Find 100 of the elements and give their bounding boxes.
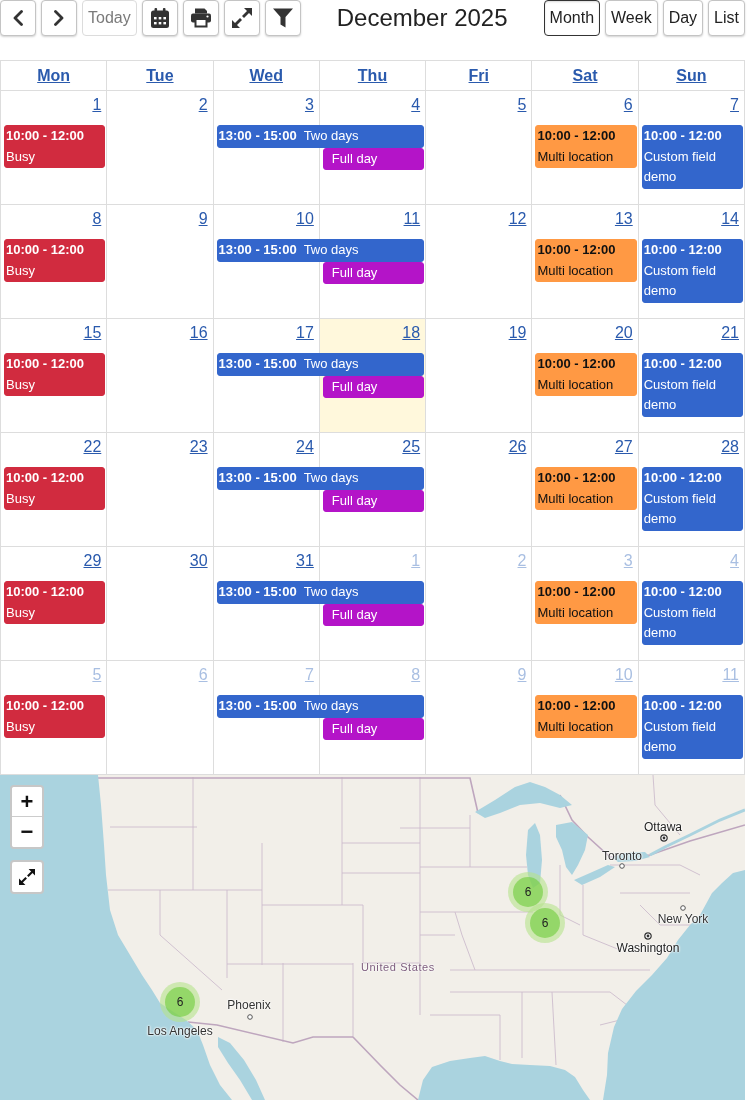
- calendar-event[interactable]: 10:00 - 12:00 Custom field demo: [641, 125, 743, 189]
- day-number[interactable]: 5: [517, 95, 527, 115]
- calendar-event[interactable]: 13:00 - 15:00 Two days: [216, 239, 425, 262]
- calendar-event[interactable]: 10:00 - 12:00 Busy: [4, 239, 106, 282]
- filter-button[interactable]: [264, 0, 301, 36]
- day-number[interactable]: 20: [614, 323, 633, 343]
- day-number[interactable]: 28: [721, 437, 739, 457]
- event-title: Full day: [331, 263, 378, 282]
- calendar-event[interactable]: 13:00 - 15:00 Two days: [216, 467, 425, 490]
- day-number[interactable]: 3: [304, 95, 314, 115]
- event-time: 13:00 - 15:00: [218, 583, 297, 601]
- day-number[interactable]: 23: [189, 437, 208, 457]
- calendar-event[interactable]: 13:00 - 15:00 Two days: [216, 581, 425, 604]
- event-time: 13:00 - 15:00: [218, 241, 297, 259]
- day-number[interactable]: 11: [403, 209, 421, 229]
- calendar-event[interactable]: 10:00 - 12:00 Busy: [4, 467, 106, 510]
- calendar-event[interactable]: 10:00 - 12:00 Multi location: [535, 239, 637, 282]
- event-title: Busy: [6, 147, 35, 166]
- event-title: Full day: [331, 377, 378, 396]
- fullscreen-toggle-button[interactable]: [223, 0, 260, 36]
- calendar-event[interactable]: 13:00 - 15:00 Two days: [216, 695, 425, 718]
- event-time: 10:00 - 12:00: [6, 127, 85, 145]
- event-title: Busy: [6, 375, 35, 394]
- day-number[interactable]: 8: [92, 209, 102, 229]
- calendar-event[interactable]: 10:00 - 12:00 Busy: [4, 695, 106, 738]
- marker-cluster[interactable]: 6: [508, 872, 548, 912]
- calendar-event[interactable]: Full day: [322, 147, 425, 170]
- event-title: Custom field demo: [643, 489, 717, 528]
- date-picker-button[interactable]: [141, 0, 178, 36]
- calendar-event[interactable]: 10:00 - 12:00 Custom field demo: [641, 467, 743, 531]
- day-number[interactable]: 22: [83, 437, 102, 457]
- calendar-event[interactable]: 10:00 - 12:00 Busy: [4, 125, 106, 168]
- next-button[interactable]: [41, 0, 77, 36]
- day-number[interactable]: 6: [623, 95, 633, 115]
- event-title: Two days: [303, 127, 359, 145]
- calendar-event[interactable]: 10:00 - 12:00 Custom field demo: [641, 353, 743, 417]
- day-number[interactable]: 4: [411, 95, 421, 115]
- day-number[interactable]: 21: [721, 323, 739, 343]
- calendar-event[interactable]: 10:00 - 12:00 Custom field demo: [641, 695, 743, 759]
- calendar-event[interactable]: Full day: [322, 489, 425, 512]
- day-number[interactable]: 24: [296, 437, 314, 457]
- calendar-event[interactable]: 10:00 - 12:00 Multi location: [535, 467, 637, 510]
- calendar-event[interactable]: 13:00 - 15:00 Two days: [216, 353, 425, 376]
- day-number[interactable]: 16: [189, 323, 208, 343]
- event-title: Custom field demo: [643, 147, 717, 186]
- event-time: 10:00 - 12:00: [6, 583, 85, 601]
- day-number[interactable]: 1: [92, 95, 102, 115]
- weekday-link[interactable]: Tue: [146, 65, 174, 86]
- weekday-link[interactable]: Fri: [468, 65, 489, 86]
- marker-cluster[interactable]: 6: [525, 903, 565, 943]
- day-number[interactable]: 26: [508, 437, 527, 457]
- fullscreen-button[interactable]: [10, 860, 44, 894]
- day-number[interactable]: 31: [296, 551, 314, 571]
- view-button[interactable]: List: [708, 0, 745, 36]
- map-label: New York: [657, 912, 709, 926]
- previous-button[interactable]: [0, 0, 36, 36]
- day-number[interactable]: 2: [198, 95, 208, 115]
- expand-icon: [19, 869, 35, 885]
- print-button[interactable]: [182, 0, 219, 36]
- day-number[interactable]: 7: [730, 95, 739, 115]
- day-number[interactable]: 9: [198, 209, 208, 229]
- day-number[interactable]: 13: [614, 209, 633, 229]
- marker-cluster[interactable]: 6: [160, 982, 200, 1022]
- weekday-link[interactable]: Wed: [249, 65, 283, 86]
- day-number[interactable]: 30: [189, 551, 208, 571]
- weekday-link[interactable]: Thu: [357, 65, 388, 86]
- event-time: 10:00 - 12:00: [6, 697, 85, 715]
- weekday-link[interactable]: Sun: [676, 65, 707, 86]
- calendar-event[interactable]: Full day: [322, 603, 425, 626]
- calendar-event[interactable]: 10:00 - 12:00 Busy: [4, 353, 106, 396]
- view-button[interactable]: Week: [605, 0, 658, 36]
- map-label: United States: [361, 960, 435, 974]
- calendar-event[interactable]: Full day: [322, 717, 425, 740]
- weekday-link[interactable]: Mon: [37, 65, 71, 86]
- day-number[interactable]: 17: [296, 323, 314, 343]
- day-number[interactable]: 12: [508, 209, 527, 229]
- event-time: 10:00 - 12:00: [6, 241, 85, 259]
- event-title: Full day: [331, 605, 378, 624]
- day-number[interactable]: 29: [83, 551, 102, 571]
- calendar-event[interactable]: Full day: [322, 261, 425, 284]
- calendar-event[interactable]: 10:00 - 12:00 Multi location: [535, 695, 637, 738]
- calendar-event[interactable]: 10:00 - 12:00 Custom field demo: [641, 581, 743, 645]
- day-number[interactable]: 25: [402, 437, 421, 457]
- day-number[interactable]: 15: [83, 323, 102, 343]
- calendar-event[interactable]: 10:00 - 12:00 Multi location: [535, 353, 637, 396]
- weekday-link[interactable]: Sat: [572, 65, 598, 86]
- day-number[interactable]: 14: [721, 209, 739, 229]
- day-number[interactable]: 27: [614, 437, 633, 457]
- zoom-in-button[interactable]: +: [12, 787, 42, 817]
- calendar-event[interactable]: 10:00 - 12:00 Multi location: [535, 125, 637, 168]
- calendar-event[interactable]: 10:00 - 12:00 Multi location: [535, 581, 637, 624]
- calendar-event[interactable]: 13:00 - 15:00 Two days: [216, 125, 425, 148]
- day-number[interactable]: 19: [508, 323, 527, 343]
- calendar-event[interactable]: 10:00 - 12:00 Busy: [4, 581, 106, 624]
- view-button[interactable]: Month: [543, 0, 601, 36]
- day-number[interactable]: 10: [296, 209, 314, 229]
- event-title: Multi location: [537, 489, 614, 508]
- view-button[interactable]: Day: [662, 0, 704, 36]
- day-number[interactable]: 18: [402, 323, 421, 343]
- calendar-event[interactable]: 10:00 - 12:00 Custom field demo: [641, 239, 743, 303]
